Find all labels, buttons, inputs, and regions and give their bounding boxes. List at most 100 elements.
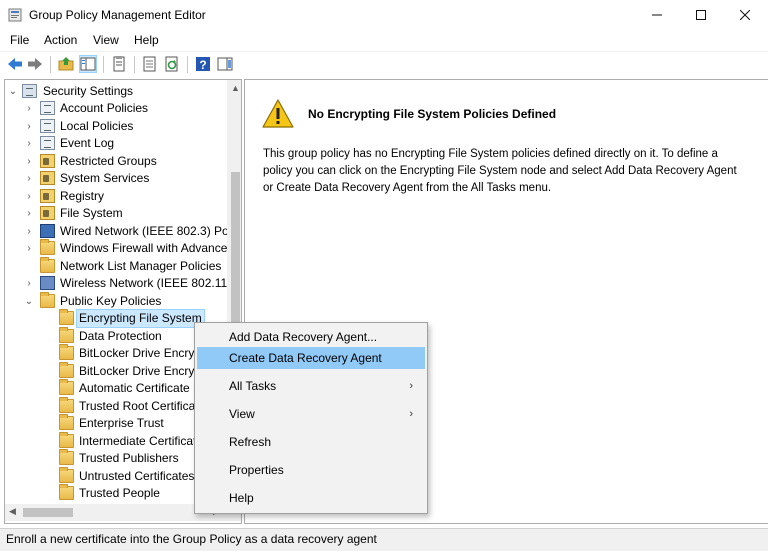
menu-item-label: Help — [229, 491, 254, 505]
folder-icon — [59, 467, 74, 483]
menu-view[interactable]: View — [93, 33, 119, 47]
message-heading: No Encrypting File System Policies Defin… — [308, 107, 557, 121]
tree-node-label: Data Protection — [79, 329, 162, 343]
tree-node-label: BitLocker Drive Encrypti — [79, 364, 208, 378]
tree-node-label: File System — [60, 206, 123, 220]
export-list-icon[interactable] — [142, 56, 158, 72]
menu-item-all-tasks[interactable]: All Tasks › — [197, 375, 425, 397]
folder-icon — [59, 362, 74, 378]
menu-item-label: Create Data Recovery Agent — [229, 351, 382, 365]
tree-node-label: Restricted Groups — [60, 154, 157, 168]
maximize-button[interactable] — [678, 0, 724, 30]
folder-icon — [59, 309, 74, 325]
submenu-arrow-icon: › — [409, 380, 413, 392]
chevron-right-icon[interactable]: › — [24, 223, 34, 240]
close-button[interactable] — [722, 0, 768, 30]
app-icon — [8, 8, 22, 22]
warning-icon — [262, 99, 294, 128]
policy-icon — [40, 136, 55, 150]
chevron-right-icon[interactable]: › — [24, 153, 34, 170]
context-menu: Add Data Recovery Agent... Create Data R… — [194, 322, 428, 514]
back-arrow-icon[interactable] — [7, 56, 23, 72]
maximize-icon — [696, 10, 706, 20]
tree-node-label: Encrypting File System — [76, 309, 205, 328]
toolbar: ? — [0, 51, 768, 77]
up-folder-icon[interactable] — [58, 56, 74, 72]
tree-node-label: System Services — [60, 171, 150, 185]
scroll-left-icon[interactable]: ◀ — [9, 506, 16, 517]
chevron-right-icon[interactable]: › — [24, 275, 34, 292]
folder-icon — [59, 414, 74, 430]
menu-action[interactable]: Action — [44, 33, 77, 47]
lock-folder-icon — [40, 171, 55, 185]
folder-icon — [40, 239, 55, 255]
tree-node-label: Trusted Root Certificati — [79, 399, 202, 413]
toolbar-separator — [134, 56, 135, 73]
submenu-arrow-icon: › — [409, 408, 413, 420]
forward-arrow-icon[interactable] — [27, 56, 43, 72]
policy-icon — [40, 119, 55, 133]
folder-icon — [59, 344, 74, 360]
menu-item-properties[interactable]: Properties — [197, 459, 425, 481]
folder-icon — [59, 327, 74, 343]
chevron-right-icon[interactable]: › — [24, 118, 34, 135]
folder-icon — [40, 257, 55, 273]
tree-node-label: Intermediate Certificati — [79, 434, 200, 448]
folder-icon — [59, 379, 74, 395]
show-hide-tree-icon[interactable] — [79, 55, 97, 73]
chevron-down-icon[interactable]: ⌄ — [24, 293, 34, 310]
chevron-right-icon[interactable]: › — [24, 100, 34, 117]
folder-icon — [59, 484, 74, 500]
tree-node-label: Event Log — [60, 136, 115, 150]
svg-text:?: ? — [199, 58, 206, 72]
chevron-right-icon[interactable]: › — [24, 170, 34, 187]
tree-node-label: Automatic Certificate R — [79, 381, 202, 395]
tree-node-label: Trusted Publishers — [79, 451, 179, 465]
folder-icon — [59, 397, 74, 413]
menu-bar: File Action View Help — [0, 30, 768, 50]
chevron-right-icon[interactable]: › — [24, 240, 34, 257]
policy-icon — [40, 101, 55, 115]
menu-item-create-data-recovery-agent[interactable]: Create Data Recovery Agent — [197, 347, 425, 369]
tree-node-label: Network List Manager Policies — [60, 259, 222, 273]
lock-folder-icon — [40, 189, 55, 203]
wired-network-icon — [40, 224, 55, 238]
toolbar-separator — [103, 56, 104, 73]
chevron-right-icon[interactable]: › — [24, 188, 34, 205]
tree-node-label: Untrusted Certificates — [79, 469, 195, 483]
title-bar: Group Policy Management Editor — [0, 0, 768, 30]
scroll-up-icon[interactable]: ▲ — [231, 83, 240, 93]
tree-node-label: Trusted People — [79, 486, 160, 500]
folder-icon — [59, 449, 74, 465]
tree-node-label: Security Settings — [43, 84, 134, 98]
refresh-icon[interactable] — [164, 56, 180, 72]
menu-item-view[interactable]: View › — [197, 403, 425, 425]
folder-icon — [59, 432, 74, 448]
show-action-pane-icon[interactable] — [217, 56, 233, 72]
chevron-right-icon[interactable]: › — [24, 205, 34, 222]
scroll-thumb[interactable] — [23, 508, 73, 517]
tree-node-label: Enterprise Trust — [79, 416, 164, 430]
tree-node-label: BitLocker Drive Encrypti — [79, 346, 208, 360]
window-title: Group Policy Management Editor — [29, 8, 206, 22]
menu-item-refresh[interactable]: Refresh — [197, 431, 425, 453]
message-body: This group policy has no Encrypting File… — [263, 148, 737, 194]
status-bar: Enroll a new certificate into the Group … — [0, 528, 768, 551]
menu-help[interactable]: Help — [134, 33, 159, 47]
tree-node-label: Account Policies — [60, 101, 149, 115]
close-icon — [740, 10, 750, 20]
menu-item-help[interactable]: Help — [197, 487, 425, 509]
minimize-button[interactable] — [634, 0, 680, 30]
menu-file[interactable]: File — [10, 33, 29, 47]
menu-item-label: Refresh — [229, 435, 272, 449]
help-icon[interactable]: ? — [195, 56, 211, 72]
menu-item-label: All Tasks — [229, 379, 277, 393]
chevron-right-icon[interactable]: › — [24, 135, 34, 152]
security-settings-icon — [22, 84, 37, 98]
menu-item-add-data-recovery-agent[interactable]: Add Data Recovery Agent... — [197, 326, 425, 348]
wireless-network-icon — [40, 276, 55, 290]
tree-node-label: Registry — [60, 189, 105, 203]
properties-icon[interactable] — [111, 56, 127, 72]
chevron-down-icon[interactable]: ⌄ — [8, 83, 18, 100]
tree-node-label: Wireless Network (IEEE 802.11) P — [60, 276, 242, 290]
